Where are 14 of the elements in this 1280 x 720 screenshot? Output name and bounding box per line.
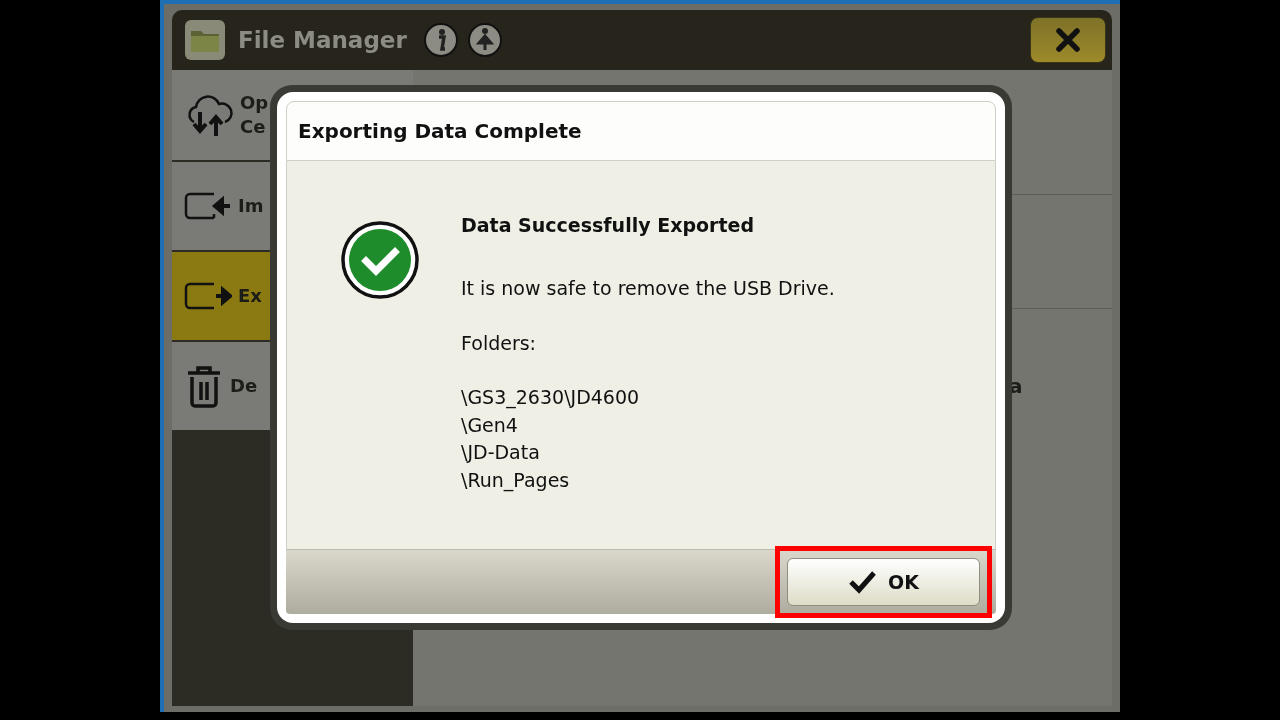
folders-label: Folders:	[461, 331, 538, 356]
folder-path: \Gen4	[461, 412, 519, 438]
sidebar-item-label: Ce	[240, 115, 267, 139]
sidebar-item-label: De	[230, 374, 258, 398]
sidebar-item-label: Im	[238, 194, 264, 218]
sidebar-item-label: Op	[240, 91, 269, 115]
folder-path: \JD-Data	[461, 440, 541, 465]
dialog-heading: Data Successfully Exported	[461, 213, 755, 238]
folder-path: \GS3_2630\JD4600	[461, 385, 641, 411]
folder-path: \Run_Pages	[461, 467, 571, 494]
dialog-title: Exporting Data Complete	[298, 118, 582, 145]
sidebar-item-label: Ex	[238, 284, 262, 308]
window-title: File Manager	[238, 25, 407, 55]
dialog-message: It is now safe to remove the USB Drive.	[461, 276, 835, 301]
